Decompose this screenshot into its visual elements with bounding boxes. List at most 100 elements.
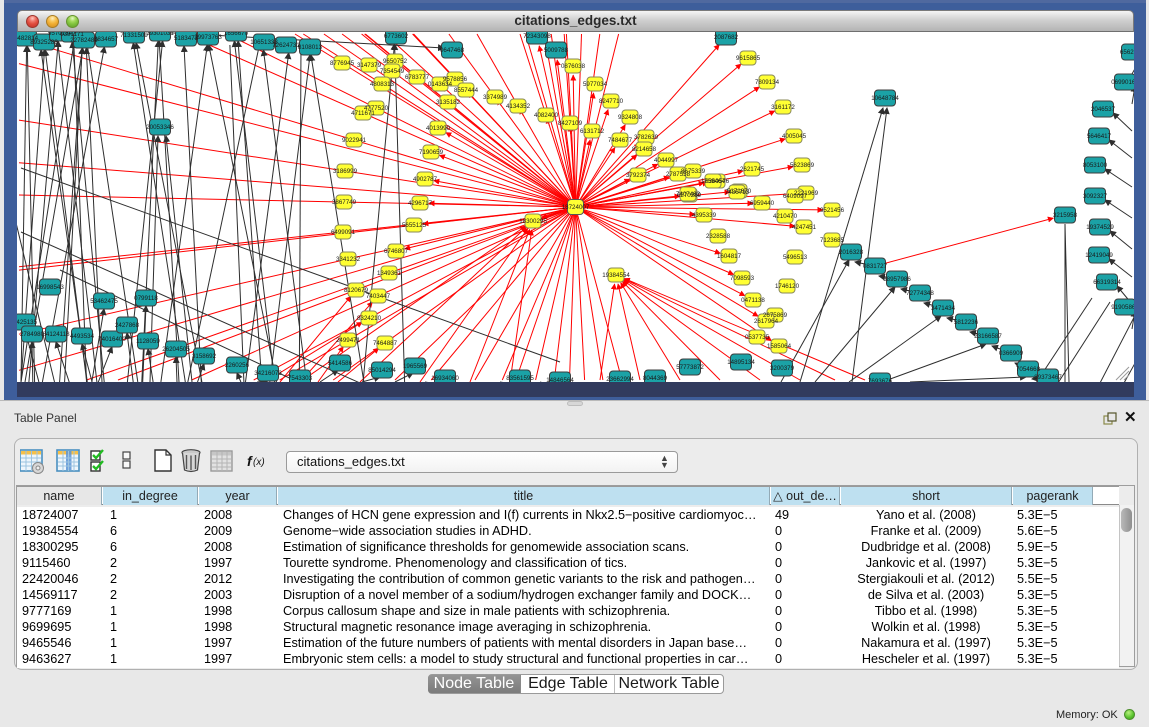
svg-text:3158692: 3158692 <box>192 353 217 360</box>
svg-text:39301031: 39301031 <box>146 32 174 37</box>
svg-text:2617964: 2617964 <box>754 318 779 325</box>
svg-text:0366909: 0366909 <box>999 350 1024 357</box>
svg-text:4134352: 4134352 <box>506 103 531 110</box>
svg-text:8108013: 8108013 <box>298 44 323 51</box>
svg-text:7190659: 7190659 <box>419 149 444 156</box>
svg-text:7123685: 7123685 <box>820 237 845 244</box>
svg-text:5977034: 5977034 <box>583 81 608 88</box>
svg-text:4210470: 4210470 <box>773 213 798 220</box>
svg-text:57773872: 57773872 <box>676 364 704 371</box>
svg-text:7484677: 7484677 <box>608 137 633 144</box>
svg-text:72343098: 72343098 <box>523 33 551 40</box>
svg-text:3092327: 3092327 <box>1083 193 1108 200</box>
svg-text:8044369: 8044369 <box>643 375 668 382</box>
svg-text:3792374: 3792374 <box>626 172 651 179</box>
svg-text:18300295: 18300295 <box>519 218 547 225</box>
svg-text:0647468: 0647468 <box>440 47 465 54</box>
svg-text:3215958: 3215958 <box>1053 212 1078 219</box>
svg-text:1759464: 1759464 <box>701 178 726 185</box>
svg-text:89325288: 89325288 <box>30 39 58 46</box>
svg-text:91905865: 91905865 <box>1111 304 1134 311</box>
svg-text:74016400: 74016400 <box>98 336 126 343</box>
svg-text:1349361: 1349361 <box>377 270 402 277</box>
svg-text:19374529: 19374529 <box>1086 224 1114 231</box>
svg-text:8427109: 8427109 <box>558 120 583 127</box>
svg-text:72774348: 72774348 <box>906 290 934 297</box>
svg-text:7543303: 7543303 <box>288 375 313 382</box>
svg-text:14895134: 14895134 <box>727 359 755 366</box>
svg-text:2427868: 2427868 <box>115 322 140 329</box>
svg-text:85014294: 85014294 <box>368 367 396 374</box>
svg-text:4395339: 4395339 <box>692 212 717 219</box>
svg-text:9578856: 9578856 <box>443 76 468 83</box>
svg-text:4247451: 4247451 <box>792 224 817 231</box>
svg-text:20053346: 20053346 <box>146 124 174 131</box>
svg-text:1746120: 1746120 <box>775 283 800 290</box>
svg-text:8120679: 8120679 <box>344 287 369 294</box>
svg-text:3374989: 3374989 <box>483 94 508 101</box>
svg-text:71331509: 71331509 <box>120 32 148 39</box>
svg-text:89373467: 89373467 <box>1034 374 1062 381</box>
svg-text:7464887: 7464887 <box>373 340 398 347</box>
svg-text:12419049: 12419049 <box>1085 252 1113 259</box>
svg-text:8675339: 8675339 <box>681 168 706 175</box>
svg-text:19384554: 19384554 <box>602 272 630 279</box>
svg-text:3471434: 3471434 <box>931 305 956 312</box>
svg-text:2260256: 2260256 <box>225 362 250 369</box>
svg-text:2087682: 2087682 <box>714 34 739 41</box>
svg-text:3341232: 3341232 <box>336 256 361 263</box>
svg-text:8324210: 8324210 <box>357 315 382 322</box>
svg-text:6131712: 6131712 <box>580 128 605 135</box>
svg-text:6773602: 6773602 <box>384 33 409 40</box>
svg-text:29973763: 29973763 <box>194 34 222 41</box>
svg-text:14846564: 14846564 <box>546 377 574 382</box>
svg-text:26204505: 26204505 <box>162 346 190 353</box>
svg-text:7809134: 7809134 <box>755 79 780 86</box>
svg-text:6783777: 6783777 <box>405 74 430 81</box>
svg-text:7054668: 7054668 <box>1016 366 1041 373</box>
svg-text:7436713: 7436713 <box>725 189 750 196</box>
svg-text:0799118: 0799118 <box>134 295 158 302</box>
svg-text:0831727: 0831727 <box>863 263 888 270</box>
svg-text:8214658: 8214658 <box>632 146 657 153</box>
svg-text:16934060: 16934060 <box>431 375 459 382</box>
svg-text:3834657: 3834657 <box>94 36 119 43</box>
svg-text:4902787: 4902787 <box>413 176 438 183</box>
svg-text:0471138: 0471138 <box>741 297 765 304</box>
svg-text:8053100: 8053100 <box>1083 162 1108 169</box>
svg-text:6499091: 6499091 <box>331 229 356 236</box>
svg-text:23662994: 23662994 <box>606 376 634 382</box>
svg-text:3186999: 3186999 <box>333 168 358 175</box>
svg-text:84124118: 84124118 <box>42 331 70 338</box>
svg-text:3147379: 3147379 <box>357 62 382 69</box>
svg-text:1604817: 1604817 <box>717 253 742 260</box>
svg-text:5496513: 5496513 <box>783 254 808 261</box>
svg-text:16998543: 16998543 <box>36 284 64 291</box>
svg-text:8247710: 8247710 <box>599 98 624 105</box>
svg-text:3782639: 3782639 <box>634 134 659 141</box>
svg-text:5646417: 5646417 <box>1087 133 1112 140</box>
svg-text:4296717: 4296717 <box>408 200 433 207</box>
svg-text:0876038: 0876038 <box>561 63 586 70</box>
svg-text:66319314: 66319314 <box>1093 279 1121 286</box>
svg-text:1585064: 1585064 <box>767 343 792 350</box>
svg-text:1965569: 1965569 <box>403 363 428 370</box>
svg-text:7098593: 7098593 <box>730 275 755 282</box>
svg-text:5812236: 5812236 <box>954 319 979 326</box>
svg-text:88957986: 88957986 <box>883 276 911 283</box>
svg-text:8776945: 8776945 <box>330 60 355 67</box>
svg-text:18724007: 18724007 <box>562 204 590 211</box>
svg-text:7693676: 7693676 <box>868 378 893 382</box>
svg-text:5655125: 5655125 <box>402 222 427 229</box>
svg-text:83561595: 83561595 <box>506 375 534 382</box>
svg-text:8557444: 8557444 <box>454 87 479 94</box>
svg-text:10648784: 10648784 <box>871 95 899 102</box>
svg-text:4044997: 4044997 <box>654 157 679 164</box>
svg-text:72624731: 72624731 <box>272 42 300 49</box>
svg-text:3200379: 3200379 <box>770 365 795 372</box>
svg-text:23166587: 23166587 <box>974 333 1002 340</box>
svg-text:6562729: 6562729 <box>1120 49 1134 56</box>
svg-text:6959440: 6959440 <box>750 200 775 207</box>
svg-text:7354549: 7354549 <box>380 68 405 75</box>
svg-text:9324808: 9324808 <box>618 114 643 121</box>
